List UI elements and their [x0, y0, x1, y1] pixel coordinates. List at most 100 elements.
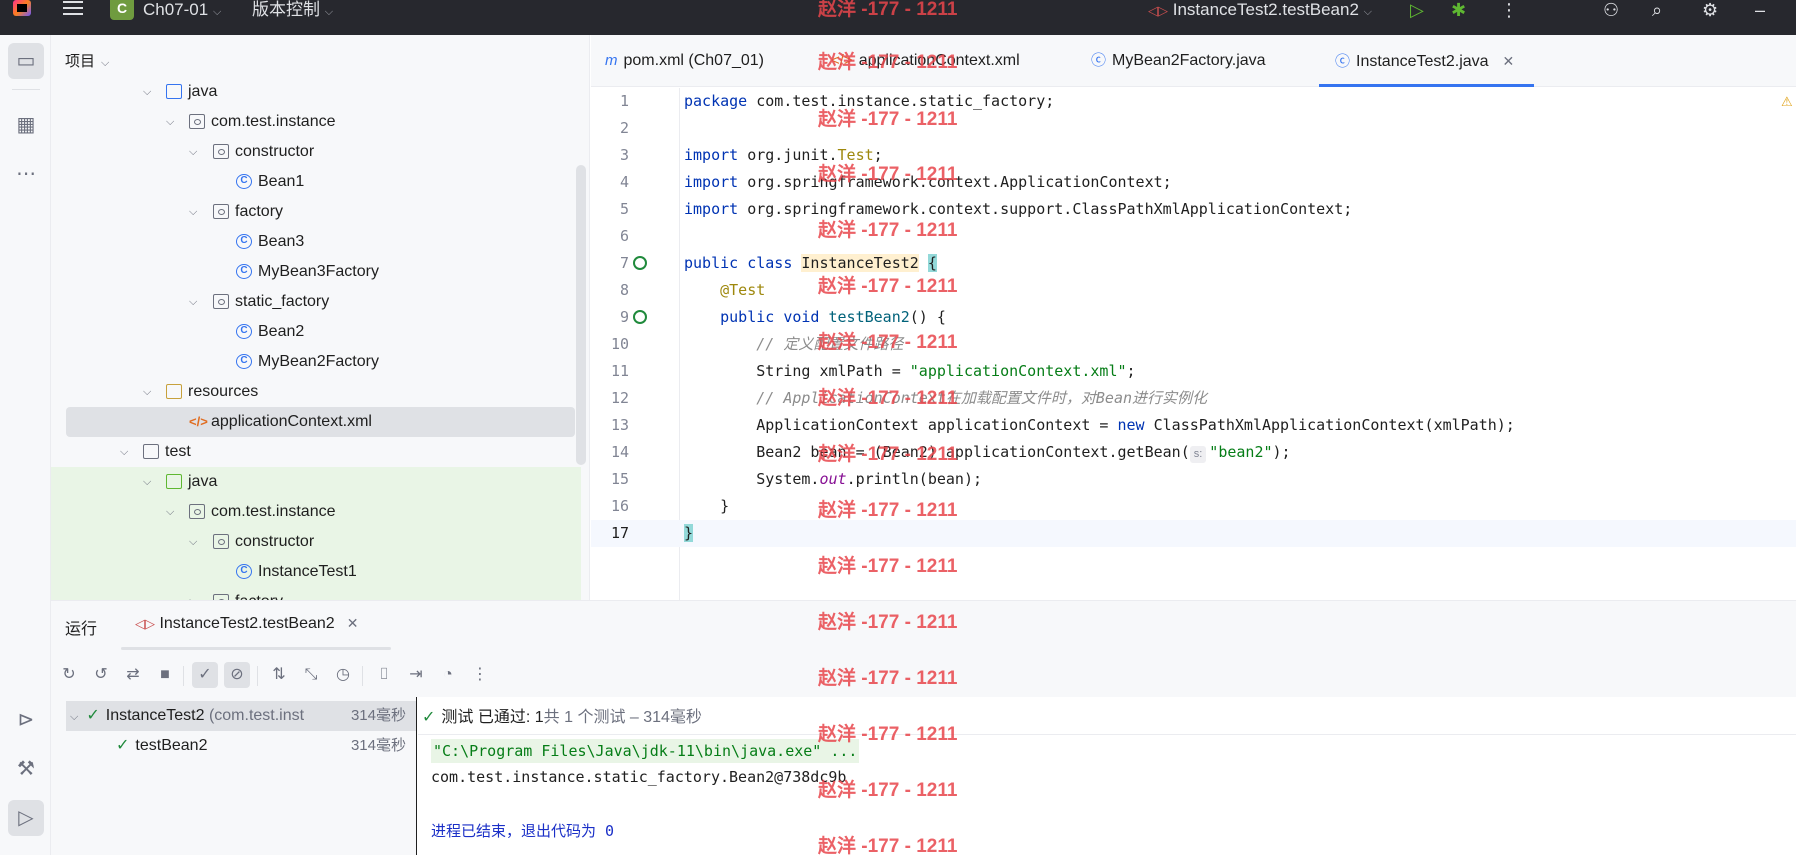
tab-instancetest2[interactable]: ⓒ InstanceTest2.java ✕ [1318, 35, 1535, 87]
class-icon: C [236, 354, 252, 369]
tab-mybean2factory[interactable]: ⓒ MyBean2Factory.java [1091, 35, 1266, 87]
sort-icon[interactable]: ⇅ [266, 662, 292, 688]
code-token: org.springframework.context.ApplicationC… [738, 173, 1172, 191]
run-tool-icon[interactable]: ▷ [8, 800, 44, 836]
test-row-class[interactable]: ⌵ ✓ InstanceTest2 (com.test.inst 314毫秒 [66, 701, 418, 731]
package-icon [213, 294, 229, 309]
tree-item-package[interactable]: ⌵ constructor [51, 137, 581, 167]
history-clock-icon[interactable]: ◷ [330, 662, 356, 688]
line-number: 3 [619, 146, 629, 164]
tree-item-test-java[interactable]: ⌵ java [51, 467, 581, 497]
tree-item-package[interactable]: ⌵ static_factory [51, 287, 581, 317]
tree-item-package[interactable]: › factory [51, 587, 581, 600]
code-token: org.junit. [738, 146, 838, 164]
tree-item-package[interactable]: ⌵ com.test.instance [51, 497, 581, 527]
terminal-icon[interactable]: ▣ [8, 849, 44, 855]
run-config-selector[interactable]: ◁▷ InstanceTest2.testBean2 ⌵ [1148, 0, 1372, 20]
code-token: import [684, 200, 739, 218]
code-editor[interactable]: ⚠ 1 package com.test.instance.static_fact… [591, 88, 1796, 600]
tab-pom[interactable]: m pom.xml (Ch07_01) [605, 35, 764, 87]
tab-application-context[interactable]: </> applicationContext.xml [831, 35, 1020, 87]
chevron-down-icon: ⌵ [143, 386, 152, 398]
passed-check-icon: ✓ [116, 737, 130, 754]
tree-item-xml-selected[interactable]: </> applicationContext.xml [66, 407, 575, 437]
project-scrollbar[interactable] [576, 165, 586, 465]
project-folder-icon[interactable]: ▭ [8, 43, 44, 79]
tree-item-class[interactable]: C InstanceTest1 [51, 557, 581, 587]
close-icon[interactable]: ✕ [347, 615, 359, 631]
chevron-down-icon: ⌵ [166, 506, 175, 518]
code-line: 2 [591, 115, 1796, 142]
tree-item-test[interactable]: ⌵ test [51, 437, 581, 467]
xml-icon: </> [831, 52, 853, 69]
tree-item-package[interactable]: ⌵ factory [51, 197, 581, 227]
more-icon[interactable]: ⋮ [1500, 0, 1518, 20]
tree-item-class[interactable]: C MyBean3Factory [51, 257, 581, 287]
run-tab[interactable]: ◁▷ InstanceTest2.testBean2 ✕ [135, 615, 358, 633]
services-icon[interactable]: ⊳ [8, 702, 44, 738]
toggle-auto-test-icon[interactable]: ⇄ [120, 662, 146, 688]
more-tools-icon[interactable]: ⋯ [8, 156, 44, 192]
run-test-gutter-icon[interactable] [633, 310, 647, 324]
collapse-icon[interactable]: ⤡ [298, 662, 324, 688]
chevron-down-icon: ⌵ [166, 116, 175, 128]
rerun-failed-icon[interactable]: ↺ [88, 662, 114, 688]
tree-item-class[interactable]: C Bean1 [51, 167, 581, 197]
stop-icon[interactable]: ■ [152, 662, 178, 688]
tree-item-label: static_factory [235, 293, 330, 310]
tree-item-class[interactable]: C MyBean2Factory [51, 347, 581, 377]
import-icon[interactable]: ⇥ [403, 662, 429, 688]
project-switcher[interactable]: Ch07-01 ⌵ [143, 0, 221, 20]
line-number: 4 [619, 173, 629, 191]
code-token: com.test.instance.static_factory; [747, 92, 1055, 110]
tree-item-label: applicationContext.xml [211, 413, 372, 430]
code-line: 3 import org.junit.Test; [591, 142, 1796, 169]
folder-icon [143, 444, 159, 459]
test-tree: ⌵ ✓ InstanceTest2 (com.test.inst 314毫秒 ✓ te… [66, 701, 418, 855]
run-icon[interactable]: ▷ [1410, 0, 1424, 20]
minimize-icon[interactable]: – [1755, 0, 1765, 20]
test-config-icon: ◁▷ [135, 616, 155, 631]
tree-item-class[interactable]: C Bean2 [51, 317, 581, 347]
main-menu-icon[interactable] [63, 1, 83, 15]
search-icon[interactable]: ⌕ [1652, 0, 1662, 20]
vcs-menu[interactable]: 版本控制 ⌵ [252, 0, 333, 20]
tree-item-class[interactable]: C Bean3 [51, 227, 581, 257]
tree-item-java[interactable]: ⌵ java [51, 77, 581, 107]
passed-check-icon: ✓ [86, 707, 100, 724]
code-token: } [684, 524, 694, 542]
show-ignored-icon[interactable]: ⊘ [224, 662, 250, 688]
structure-icon[interactable]: ▦ [8, 107, 44, 143]
class-icon: C [236, 564, 252, 579]
intellij-logo-icon[interactable] [13, 0, 31, 16]
tree-item-package[interactable]: ⌵ com.test.instance [51, 107, 581, 137]
code-line-current: 17} [591, 520, 1796, 547]
tree-item-package[interactable]: ⌵ constructor [51, 527, 581, 557]
test-row-method[interactable]: ✓ testBean2 314毫秒 [66, 731, 418, 761]
more-icon[interactable]: ⋮ [467, 662, 493, 688]
build-hammer-icon[interactable]: ⚒ [8, 751, 44, 787]
debug-icon[interactable]: ✱ [1451, 0, 1466, 20]
console-command[interactable]: "C:\Program Files\Java\jdk-11\bin\java.e… [431, 739, 860, 763]
close-icon[interactable]: ✕ [1503, 53, 1515, 69]
settings-gear-icon[interactable]: ⚙ [1702, 0, 1718, 20]
camera-icon[interactable]: ⌷ [371, 662, 397, 688]
parameter-hint: s: [1189, 446, 1207, 463]
run-test-gutter-icon[interactable] [633, 256, 647, 270]
package-icon [213, 204, 229, 219]
source-folder-icon [166, 84, 182, 99]
tree-item-resources[interactable]: ⌵ resources [51, 377, 581, 407]
project-panel-header[interactable]: 项目 ⌵ [65, 50, 109, 71]
project-badge[interactable]: C [110, 0, 134, 20]
add-user-icon[interactable]: ⚇ [1603, 0, 1619, 20]
coverage-gauge-icon[interactable]: ◔ [435, 662, 461, 688]
show-passed-icon[interactable]: ✓ [192, 662, 218, 688]
rerun-icon[interactable]: ↻ [56, 662, 82, 688]
code-token: // 定义配置文件路径 [756, 335, 904, 353]
code-line: 13 ApplicationContext applicationContext… [591, 412, 1796, 439]
code-token: testBean2 [828, 308, 910, 326]
package-icon [189, 114, 205, 129]
code-token: "applicationContext.xml" [909, 362, 1127, 380]
line-number: 16 [610, 497, 629, 515]
line-number: 8 [619, 281, 629, 299]
